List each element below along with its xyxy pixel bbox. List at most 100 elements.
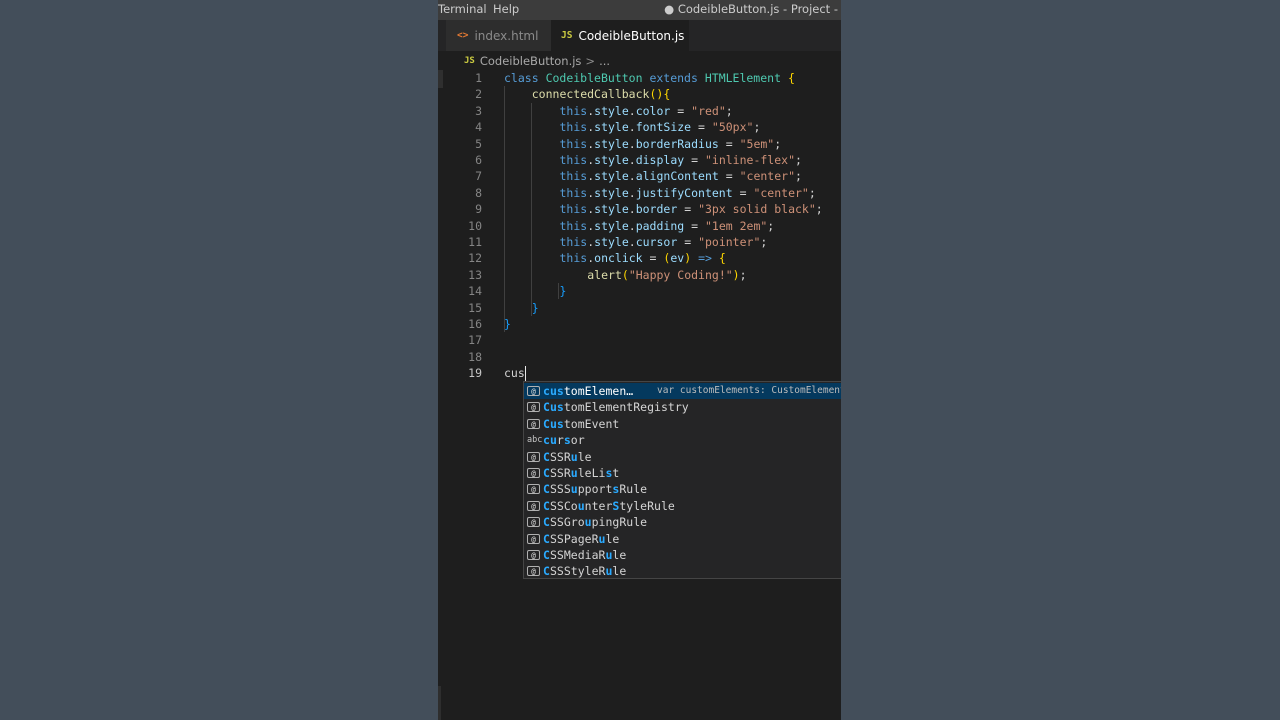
suggestion-item[interactable]: abc cursor <box>524 432 841 448</box>
suggestion-item[interactable]: @ CSSMediaRule <box>524 547 841 563</box>
label-char: o <box>570 498 578 513</box>
label-char: E <box>584 400 592 415</box>
code-token: ; <box>808 185 816 200</box>
label-char: l <box>591 384 599 398</box>
label-char: r <box>577 433 585 448</box>
code-line: 1 class CodeibleButton extends HTMLElemen… <box>438 70 841 86</box>
suggestion-label: CSSCounterStyleRule <box>543 498 675 514</box>
editor-window: Terminal Help ● CodeibleButton.js - Proj… <box>438 0 841 720</box>
autocomplete-suggestions[interactable]: @ customElemen… var customElements: Custom… <box>523 381 841 579</box>
label-char: t <box>570 564 578 579</box>
code-token: style <box>594 120 629 135</box>
variable-icon: @ <box>527 500 540 511</box>
variable-icon: @ <box>527 484 540 495</box>
code-token: ; <box>795 153 802 167</box>
code-token: . <box>628 202 636 217</box>
text-cursor <box>524 366 527 382</box>
label-char: o <box>570 416 578 431</box>
suggestion-item[interactable]: @ CustomElementRegistry <box>524 399 841 415</box>
label-char: e <box>640 482 648 497</box>
menu-terminal[interactable]: Terminal <box>438 2 487 16</box>
breadcrumb-symbol[interactable]: ... <box>599 54 610 68</box>
label-char: u <box>549 400 557 415</box>
line-number: 17 <box>468 333 482 348</box>
suggestion-item[interactable]: @ CSSRuleList <box>524 465 841 481</box>
label-char: u <box>570 482 578 497</box>
suggestion-item[interactable]: @ CSSSupportsRule <box>524 481 841 497</box>
label-char: t <box>591 498 599 513</box>
breadcrumb-file[interactable]: CodeibleButton.js <box>480 54 582 68</box>
variable-icon: @ <box>527 402 540 413</box>
code-token: = <box>691 218 699 233</box>
label-char: e <box>640 515 648 530</box>
suggestion-label: CustomElementRegistry <box>543 399 689 415</box>
code-token: . <box>628 136 636 151</box>
scroll-edge <box>438 686 441 720</box>
code-token: "Happy Coding!" <box>628 267 733 282</box>
code-token: = <box>698 120 705 135</box>
line-number: 7 <box>475 169 482 184</box>
code-token: justifyContent <box>635 185 733 200</box>
code-token: this <box>559 153 588 167</box>
suggestion-item[interactable]: @ CSSGroupingRule <box>524 514 841 530</box>
suggestion-item[interactable]: @ CSSPageRule <box>524 531 841 547</box>
tab-codeiblebutton-js[interactable]: JS CodeibleButton.js <box>551 20 689 51</box>
tab-index-html[interactable]: <> index.html <box>446 20 551 51</box>
label-char: S <box>549 449 557 464</box>
variable-icon: @ <box>527 517 540 528</box>
code-token: . <box>628 103 636 118</box>
label-char: l <box>577 449 585 464</box>
code-token: extends <box>649 71 698 85</box>
code-token: style <box>594 169 629 184</box>
menu-help[interactable]: Help <box>493 2 519 16</box>
label-char: t <box>563 384 571 398</box>
suggestion-item[interactable]: @ customElemen… var customElements: Custom… <box>524 383 841 400</box>
code-token: style <box>594 218 629 233</box>
suggestion-item[interactable]: @ CSSRule <box>524 449 841 465</box>
label-char: d <box>577 548 585 562</box>
code-token: . <box>628 218 636 233</box>
label-char: o <box>577 515 585 530</box>
line-number: 16 <box>468 317 482 331</box>
suggestion-item[interactable]: @ CustomEvent <box>524 416 841 432</box>
label-char: C <box>543 416 550 431</box>
code-token: "5em" <box>739 136 775 151</box>
code-token: cus <box>504 366 525 381</box>
suggestion-item[interactable]: @ CSSCounterStyleRule <box>524 498 841 514</box>
variable-icon: @ <box>527 451 540 462</box>
suggestion-label: CustomEvent <box>543 416 619 432</box>
label-char: e <box>619 548 627 562</box>
line-number: 5 <box>475 136 482 151</box>
code-token: CodeibleButton <box>545 71 643 85</box>
code-line: 12 this.onclick = (ev) => { <box>438 250 841 266</box>
suggestion-item[interactable]: @ CSSStyleRule <box>524 563 841 579</box>
